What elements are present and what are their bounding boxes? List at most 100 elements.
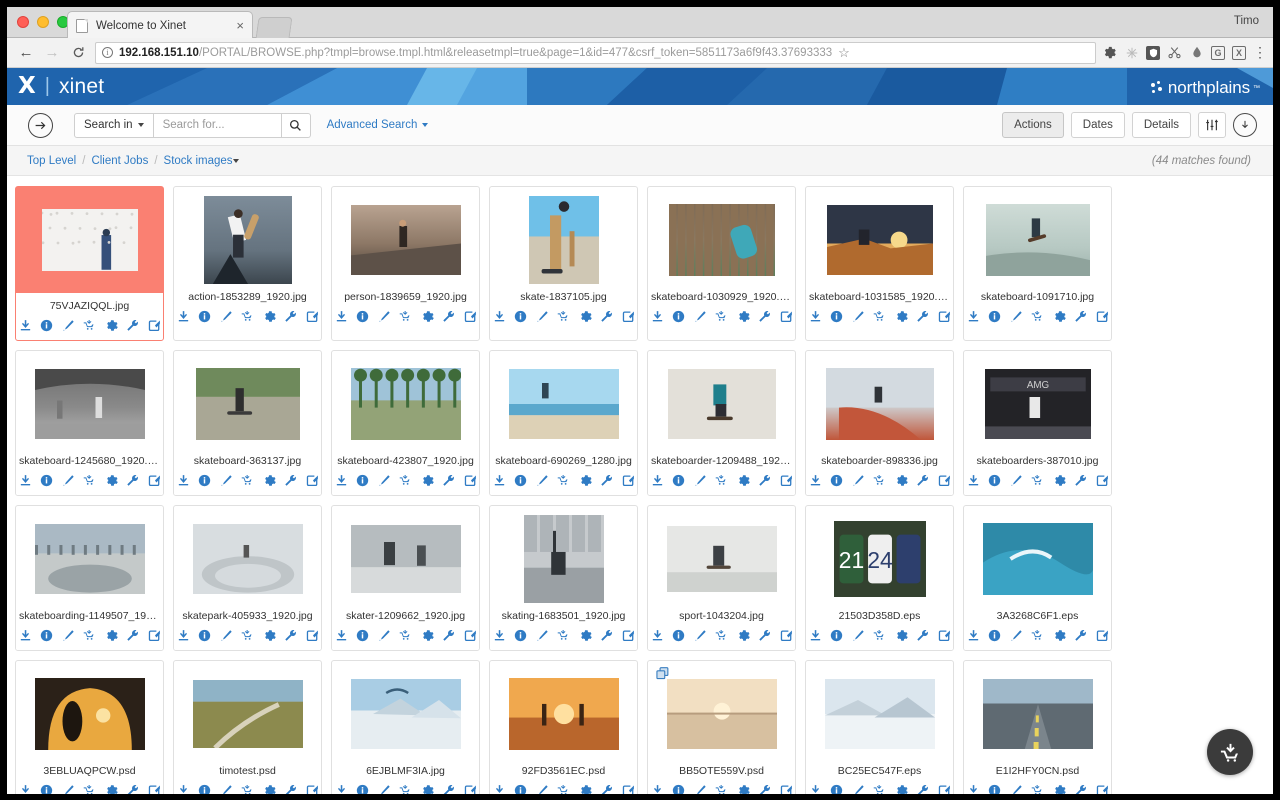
share-icon[interactable] (622, 310, 635, 323)
share-icon[interactable] (148, 629, 161, 642)
thumbnail-image[interactable] (34, 524, 145, 594)
asset-card[interactable]: action-1853289_1920.jpg (173, 186, 322, 341)
wrench-icon[interactable] (126, 319, 139, 332)
info-icon[interactable] (988, 310, 1001, 323)
thumbnail-container[interactable] (174, 515, 321, 603)
pencil-icon[interactable] (536, 310, 549, 323)
cart-icon[interactable] (1031, 629, 1044, 642)
wrench-icon[interactable] (916, 784, 929, 794)
info-icon[interactable] (830, 474, 843, 487)
download-icon[interactable] (493, 310, 506, 323)
asset-card[interactable]: skateboard-423807_1920.jpg (331, 350, 480, 496)
gear-icon[interactable] (895, 784, 908, 794)
thumbnail-image[interactable] (195, 368, 300, 440)
asset-filename[interactable]: skateboarding-1149507_192... (16, 603, 163, 622)
download-icon[interactable] (19, 319, 32, 332)
pencil-icon[interactable] (62, 629, 75, 642)
thumbnail-container[interactable] (490, 360, 637, 448)
asset-filename[interactable]: person-1839659_1920.jpg (332, 284, 479, 303)
download-icon[interactable] (177, 629, 190, 642)
profile-name[interactable]: Timo (1234, 15, 1259, 27)
breadcrumb-item-client-jobs[interactable]: Client Jobs (91, 155, 148, 167)
asset-filename[interactable]: skateboard-1245680_1920.jpg (16, 448, 163, 467)
cart-icon[interactable] (399, 784, 412, 794)
pencil-icon[interactable] (220, 310, 233, 323)
gear-icon[interactable] (737, 784, 750, 794)
thumbnail-container[interactable] (648, 196, 795, 284)
asset-filename[interactable]: skatepark-405933_1920.jpg (174, 603, 321, 622)
snowflake-extension-icon[interactable] (1124, 45, 1139, 60)
asset-card[interactable]: skate-1837105.jpg (489, 186, 638, 341)
pencil-icon[interactable] (536, 784, 549, 794)
share-icon[interactable] (148, 474, 161, 487)
gear-icon[interactable] (421, 474, 434, 487)
cart-icon[interactable] (83, 319, 96, 332)
wrench-icon[interactable] (916, 310, 929, 323)
asset-card[interactable]: skatepark-405933_1920.jpg (173, 505, 322, 651)
asset-card[interactable]: skateboard-1031585_1920.jpg (805, 186, 954, 341)
wrench-icon[interactable] (442, 629, 455, 642)
download-icon[interactable] (651, 474, 664, 487)
wrench-icon[interactable] (1074, 784, 1087, 794)
thumbnail-container[interactable] (490, 196, 637, 284)
pencil-icon[interactable] (536, 629, 549, 642)
details-button[interactable]: Details (1131, 112, 1191, 138)
cart-icon[interactable] (399, 310, 412, 323)
asset-card[interactable]: 3A3268C6F1.eps (963, 505, 1112, 651)
minimize-window-button[interactable] (37, 16, 49, 28)
info-icon[interactable] (356, 310, 369, 323)
wrench-icon[interactable] (284, 784, 297, 794)
pencil-icon[interactable] (694, 629, 707, 642)
thumbnail-image[interactable] (825, 368, 934, 440)
search-input[interactable]: Search for... (153, 112, 282, 138)
thumbnail-container[interactable] (332, 360, 479, 448)
thumbnail-image[interactable] (667, 369, 776, 439)
wrench-icon[interactable] (758, 310, 771, 323)
pencil-icon[interactable] (378, 784, 391, 794)
gear-icon[interactable] (421, 310, 434, 323)
pencil-icon[interactable] (694, 474, 707, 487)
shield-extension-icon[interactable] (1146, 45, 1160, 60)
thumbnail-container[interactable] (490, 515, 637, 603)
cart-icon[interactable] (873, 474, 886, 487)
info-icon[interactable] (830, 784, 843, 794)
asset-filename[interactable]: skateboard-690269_1280.jpg (490, 448, 637, 467)
gear-icon[interactable] (421, 629, 434, 642)
wrench-icon[interactable] (600, 310, 613, 323)
cart-icon[interactable] (557, 310, 570, 323)
window-controls[interactable] (17, 16, 69, 28)
gear-icon[interactable] (1053, 784, 1066, 794)
gear-icon[interactable] (263, 629, 276, 642)
info-icon[interactable] (672, 310, 685, 323)
thumbnail-container[interactable] (332, 515, 479, 603)
share-icon[interactable] (622, 784, 635, 794)
pencil-icon[interactable] (694, 310, 707, 323)
info-icon[interactable] (40, 474, 53, 487)
cart-icon[interactable] (715, 474, 728, 487)
gear-icon[interactable] (1053, 629, 1066, 642)
actions-button[interactable]: Actions (1002, 112, 1064, 138)
share-icon[interactable] (938, 310, 951, 323)
cart-floating-button[interactable] (1207, 729, 1253, 775)
download-icon[interactable] (335, 474, 348, 487)
advanced-search-dropdown[interactable]: Advanced Search (327, 119, 429, 131)
thumbnail-container[interactable] (16, 360, 163, 448)
asset-card[interactable]: 3EBLUAQPCW.psd (15, 660, 164, 794)
download-icon[interactable] (335, 310, 348, 323)
cart-icon[interactable] (1031, 784, 1044, 794)
address-bar[interactable]: i 192.168.151.10/PORTAL/BROWSE.php?tmpl=… (95, 41, 1096, 64)
share-icon[interactable] (148, 319, 161, 332)
thumbnail-container[interactable] (16, 196, 163, 284)
pencil-icon[interactable] (1010, 474, 1023, 487)
share-icon[interactable] (780, 474, 793, 487)
asset-card[interactable]: sport-1043204.jpg (647, 505, 796, 651)
thumbnail-image[interactable] (508, 678, 619, 750)
asset-filename[interactable]: skater-1209662_1920.jpg (332, 603, 479, 622)
info-icon[interactable] (988, 784, 1001, 794)
pencil-icon[interactable] (220, 629, 233, 642)
thumbnail-container[interactable] (806, 360, 953, 448)
asset-filename[interactable]: skate-1837105.jpg (490, 284, 637, 303)
thumbnail-image[interactable] (34, 369, 145, 439)
pencil-icon[interactable] (852, 310, 865, 323)
forward-button[interactable]: → (39, 40, 65, 66)
